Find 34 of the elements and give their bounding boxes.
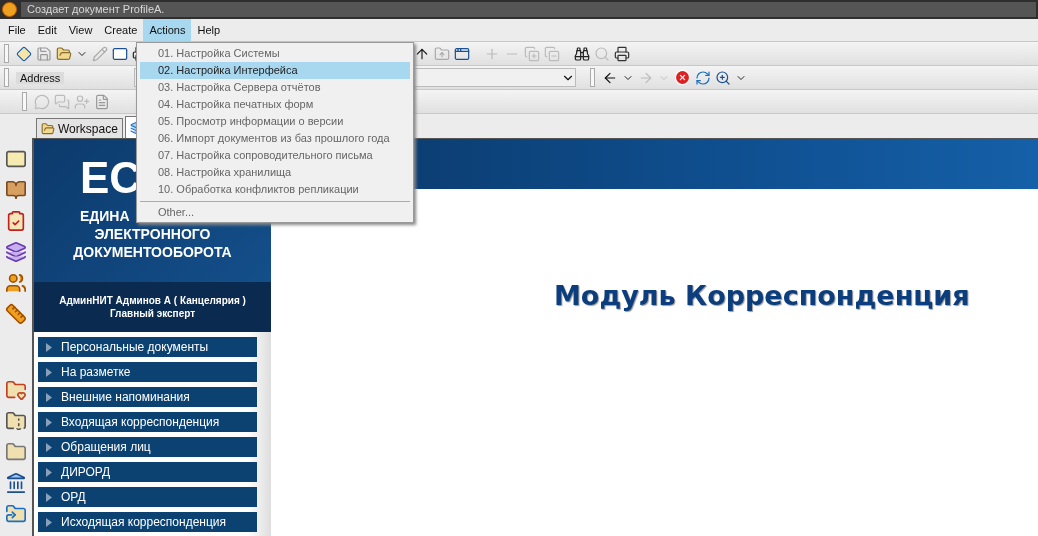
window-title: Создает документ ProfileA.: [21, 2, 1036, 17]
nav-item[interactable]: ДИРОРД: [38, 462, 257, 482]
menu-item[interactable]: Help: [191, 19, 227, 41]
logo-text: ЭЛЕКТРОННОГО: [94, 225, 211, 243]
menu-option[interactable]: 10. Обработка конфликтов репликации: [140, 181, 410, 198]
workspace-tab[interactable]: Workspace: [36, 118, 123, 138]
menu-option[interactable]: 05. Просмотр информации о версии: [140, 113, 410, 130]
logo-text: ДОКУМЕНТООБОРОТА: [73, 243, 232, 261]
menu-option[interactable]: 08. Настройка хранилища: [140, 164, 410, 181]
nav-item[interactable]: Персональные документы: [38, 337, 257, 357]
logo-text: ЕДИНА: [79, 207, 130, 225]
menu-option[interactable]: 01. Настройка Системы: [140, 45, 410, 62]
menu-option[interactable]: 06. Импорт документов из баз прошлого года: [140, 130, 410, 147]
nav-item[interactable]: На разметке: [38, 362, 257, 382]
logo-text: ЕС: [79, 152, 142, 204]
nav-item[interactable]: Обращения лиц: [38, 437, 257, 457]
nav-item[interactable]: Входящая корреспонденция: [38, 412, 257, 432]
nav-item[interactable]: Исходящая корреспонденция: [38, 512, 257, 532]
menu-item[interactable]: View: [62, 19, 99, 41]
menu-item[interactable]: Create: [98, 19, 144, 41]
menu-option[interactable]: 02. Настройка Интерфейса: [140, 62, 410, 79]
menu-option[interactable]: Other...: [140, 204, 410, 221]
menu-option[interactable]: 07. Настройка сопроводительного письма: [140, 147, 410, 164]
menu-item[interactable]: Edit: [31, 19, 63, 41]
address-label: Address: [16, 71, 65, 84]
menu-option[interactable]: 04. Настройка печатных форм: [140, 96, 410, 113]
menu-option[interactable]: 03. Настройка Сервера отчётов: [140, 79, 410, 96]
nav-item[interactable]: Внешние напоминания: [38, 387, 257, 407]
menu-item[interactable]: File: [2, 19, 32, 41]
user-position: Главный эксперт: [109, 307, 196, 320]
user-name: АдминНИТ Админов А ( Канцелярия ): [59, 294, 246, 307]
module-title: Модуль Корреспонденция: [554, 280, 971, 311]
nav-item[interactable]: ОРД: [38, 487, 257, 507]
menu-item[interactable]: Actions: [143, 19, 192, 41]
